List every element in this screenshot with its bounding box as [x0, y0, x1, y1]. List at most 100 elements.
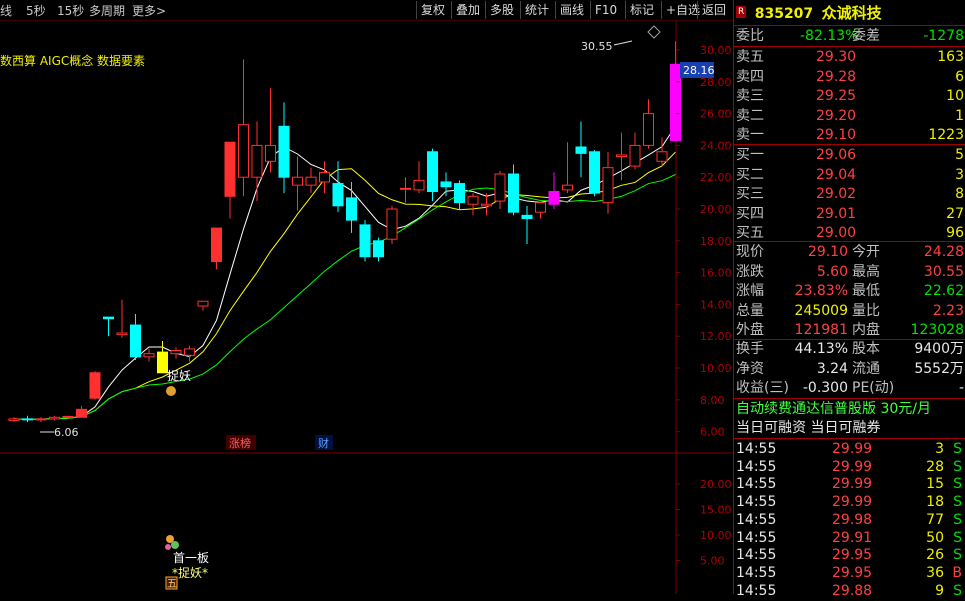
candle-body — [346, 197, 357, 221]
candle-body — [548, 191, 560, 205]
tick-row: 14:55 29.99 3 S — [736, 440, 964, 459]
ask-volume: 10 — [946, 88, 964, 104]
candle-body — [616, 154, 627, 158]
candle-body — [494, 173, 506, 202]
stat-value: 5.60 — [816, 263, 848, 280]
stat-label: 最高 — [852, 263, 880, 280]
overlay-button[interactable]: 叠加 — [451, 1, 484, 19]
low-price-marker: 6.06 — [54, 426, 79, 439]
tick-price: 29.95 — [832, 547, 873, 564]
finance-row: 净资 3.24 流通 5552万 — [736, 360, 964, 379]
tick-direction: S — [953, 441, 962, 457]
finance-label: 换手 — [736, 341, 764, 357]
candle-body — [35, 418, 47, 421]
stat-label: 外盘 — [736, 322, 764, 338]
tick-row: 14:55 29.95 36 B — [736, 564, 964, 583]
y-tick-label: 18.00 — [700, 235, 732, 248]
multi-period-tab[interactable]: 多周期 — [89, 2, 125, 19]
candle-body — [521, 214, 533, 220]
weicha-value: -1278 — [923, 28, 964, 44]
diamond-icon[interactable] — [647, 25, 661, 39]
tick-row: 14:55 29.98 77 S — [736, 511, 964, 530]
candle-body — [211, 227, 222, 262]
finance-row: 换手 44.13% 股本 9400万 — [736, 340, 964, 359]
stat-label: 今开 — [852, 244, 880, 260]
stat-value: 121981 — [794, 322, 848, 338]
tick-row: 14:55 29.99 18 S — [736, 493, 964, 512]
promo-banner[interactable]: 自动续费通达信普股版 30元/月 — [736, 400, 965, 419]
tick-volume: 3 — [935, 441, 944, 457]
vol-tick-label: 10.00 — [700, 529, 732, 542]
tick-price: 29.99 — [832, 458, 873, 475]
tick-time: 14:55 — [736, 547, 777, 564]
candle-body — [454, 183, 465, 204]
candle-body — [656, 151, 668, 162]
finance-value: -0.300 — [802, 380, 848, 396]
signal-zhuoyao: 捉妖 — [167, 368, 191, 383]
tick-volume: 77 — [926, 511, 944, 528]
candle-body — [292, 176, 303, 186]
stat-row: 外盘 121981 内盘 123028 — [736, 321, 964, 340]
kline-chart[interactable]: 30.0028.0026.0024.0022.0020.0018.0016.00… — [0, 21, 733, 594]
candle-body — [278, 125, 290, 178]
stock-code: 835207 — [754, 6, 814, 22]
margin-badge-icon: R — [736, 6, 747, 18]
f10-button[interactable]: F10 — [590, 1, 621, 19]
y-tick-label: 30.00 — [700, 44, 732, 57]
weibi-row: 委比 -82.13% 委差 -1278 — [736, 27, 965, 46]
bid-row: 买二 29.04 3 — [736, 166, 964, 185]
draw-line-button[interactable]: 画线 — [555, 1, 588, 19]
candle-body — [130, 324, 141, 358]
stat-value: 23.83% — [794, 283, 848, 299]
stat-label: 内盘 — [852, 322, 880, 338]
restore-rights-button[interactable]: 复权 — [416, 1, 449, 19]
ask-row: 卖三 29.25 10 — [736, 87, 964, 106]
candle-body — [400, 187, 411, 190]
kline-chart-area[interactable]: 30.00 28.00 26.00 24.00 22.00 20.00 18.00 16.00… — [0, 21, 733, 594]
candle-body — [22, 418, 33, 421]
ask-volume: 1223 — [928, 127, 964, 143]
ask-price: 29.28 — [816, 68, 857, 85]
period-daily-tab[interactable]: 线 — [0, 2, 12, 19]
candle-body — [467, 195, 479, 205]
tick-direction: S — [953, 511, 962, 528]
candle-body — [562, 184, 573, 191]
multi-stock-button[interactable]: 多股 — [485, 1, 518, 19]
tick-volume: 9 — [935, 582, 944, 599]
period-5s-tab[interactable]: 5秒 — [26, 2, 46, 19]
tick-price: 29.99 — [832, 441, 873, 457]
candle-body — [89, 372, 101, 399]
back-button[interactable]: 返回 — [697, 1, 730, 19]
period-toolbar: 线 5秒 15秒 多周期 更多> 复权 叠加 多股 统计 画线 F10 标记 +… — [0, 0, 733, 21]
stat-row: 现价 29.10 今开 24.28 — [736, 243, 964, 262]
more-periods-button[interactable]: 更多> — [132, 2, 166, 19]
candle-body — [116, 332, 128, 336]
stat-value: 123028 — [910, 322, 964, 338]
period-15s-tab[interactable]: 15秒 — [57, 2, 84, 19]
candle-body — [359, 224, 371, 258]
y-tick-label: 14.00 — [700, 298, 732, 311]
finance-label: 净资 — [736, 360, 764, 377]
ask-volume: 6 — [955, 68, 964, 85]
mark-button[interactable]: 标记 — [625, 1, 658, 19]
candle-body — [319, 171, 330, 183]
high-price-marker: 30.55 — [581, 40, 613, 53]
stat-label: 涨幅 — [736, 283, 764, 299]
ask-row: 卖四 29.28 6 — [736, 68, 964, 87]
ask-label: 卖二 — [736, 107, 764, 124]
tag-zhangbang[interactable]: 涨榜 — [229, 436, 251, 450]
tick-price: 29.88 — [832, 582, 873, 599]
finance-label: 收益(三) — [736, 380, 789, 396]
ask-price: 29.25 — [816, 88, 857, 104]
tick-volume: 26 — [926, 547, 944, 564]
statistics-button[interactable]: 统计 — [520, 1, 553, 19]
finance-row: 收益(三) -0.300 PE(动) - — [736, 379, 964, 398]
tag-finance[interactable]: 财 — [318, 436, 329, 450]
bid-price: 29.06 — [816, 147, 857, 163]
bid-row: 买一 29.06 5 — [736, 146, 964, 165]
bid-label: 买三 — [736, 186, 764, 202]
candle-body — [238, 124, 249, 178]
tick-time: 14:55 — [736, 494, 777, 511]
stat-label: 现价 — [736, 244, 764, 260]
ask-price: 29.30 — [816, 49, 857, 65]
